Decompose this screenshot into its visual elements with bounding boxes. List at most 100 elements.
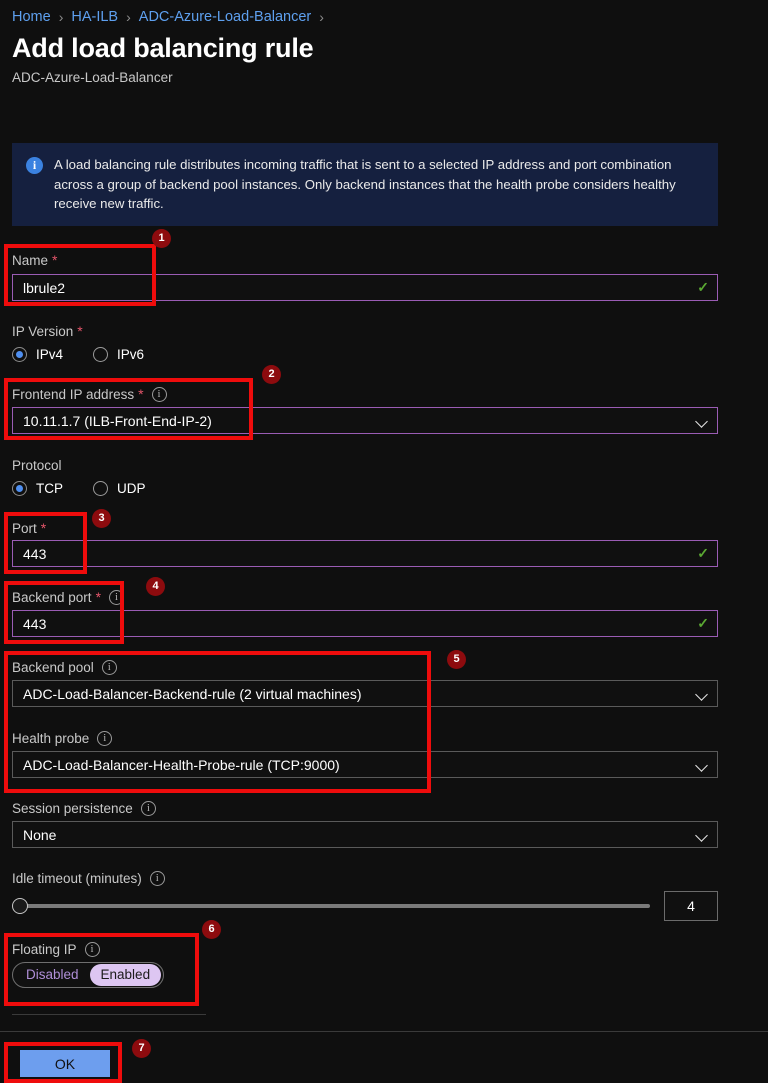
session-persistence-label-text: Session persistence: [12, 800, 133, 816]
name-label-text: Name: [12, 252, 49, 268]
info-tooltip-icon[interactable]: i: [149, 870, 165, 886]
required-marker: *: [77, 323, 83, 339]
valid-check-icon: ✓: [697, 279, 709, 295]
idle-timeout-value-input[interactable]: 4: [664, 891, 718, 921]
annotation-badge-3: 3: [92, 509, 111, 528]
field-backend-port: Backend port * i: [12, 587, 125, 607]
radio-ipv4[interactable]: IPv4: [12, 346, 64, 362]
info-banner-text: A load balancing rule distributes incomi…: [54, 157, 676, 211]
breadcrumb-item-load-balancer[interactable]: ADC-Azure-Load-Balancer: [139, 9, 311, 25]
session-persistence-label: Session persistence i: [12, 798, 156, 818]
session-persistence-value: None: [23, 826, 57, 843]
floating-ip-toggle[interactable]: Disabled Enabled: [12, 962, 165, 988]
info-tooltip-icon[interactable]: i: [97, 730, 113, 746]
breadcrumb-separator-icon: ›: [126, 9, 131, 25]
backend-pool-dropdown[interactable]: ADC-Load-Balancer-Backend-rule (2 virtua…: [12, 680, 718, 707]
backend-pool-label: Backend pool i: [12, 657, 117, 677]
radio-dot-icon: [12, 480, 27, 496]
backend-port-label: Backend port * i: [12, 587, 125, 607]
field-backend-pool: Backend pool i: [12, 657, 117, 677]
backend-pool-value: ADC-Load-Balancer-Backend-rule (2 virtua…: [23, 685, 362, 702]
protocol-label-text: Protocol: [12, 457, 62, 473]
health-probe-value: ADC-Load-Balancer-Health-Probe-rule (TCP…: [23, 756, 340, 773]
field-protocol: Protocol: [12, 455, 62, 475]
frontend-ip-label-text: Frontend IP address: [12, 386, 135, 402]
protocol-radios: TCP UDP: [12, 477, 176, 499]
footer-divider: [0, 1031, 768, 1032]
breadcrumb-item-ha-ilb[interactable]: HA-ILB: [71, 9, 118, 25]
protocol-label: Protocol: [12, 455, 62, 475]
ip-version-radios: IPv4 IPv6: [12, 343, 174, 365]
radio-udp[interactable]: UDP: [93, 480, 146, 496]
info-tooltip-icon[interactable]: i: [151, 386, 167, 402]
backend-port-input-wrap: 443 ✓: [12, 610, 718, 637]
breadcrumb-separator-icon: ›: [319, 9, 324, 25]
backend-pool-label-text: Backend pool: [12, 659, 94, 675]
content-divider: [12, 1014, 206, 1015]
health-probe-label: Health probe i: [12, 728, 113, 748]
port-input[interactable]: 443 ✓: [12, 540, 718, 567]
idle-timeout-label-text: Idle timeout (minutes): [12, 870, 142, 886]
valid-check-icon: ✓: [697, 615, 709, 631]
idle-timeout-label: Idle timeout (minutes) i: [12, 868, 165, 888]
floating-ip-toggle-wrap: Disabled Enabled: [12, 962, 165, 988]
backend-pool-dropdown-wrap: ADC-Load-Balancer-Backend-rule (2 virtua…: [12, 680, 718, 707]
field-name: Name *: [12, 250, 57, 270]
chevron-down-icon: [695, 758, 709, 772]
field-session-persistence: Session persistence i: [12, 798, 156, 818]
toggle-option-disabled[interactable]: Disabled: [15, 964, 90, 986]
chevron-down-icon: [695, 414, 709, 428]
toggle-option-enabled[interactable]: Enabled: [89, 964, 162, 986]
page-subtitle: ADC-Azure-Load-Balancer: [12, 70, 173, 85]
field-ip-version: IP Version *: [12, 321, 83, 341]
info-tooltip-icon[interactable]: i: [140, 800, 156, 816]
required-marker: *: [95, 589, 102, 605]
backend-port-input-value: 443: [23, 615, 47, 632]
annotation-badge-5: 5: [447, 650, 466, 669]
breadcrumb: Home › HA-ILB › ADC-Azure-Load-Balancer …: [12, 6, 332, 28]
floating-ip-label: Floating IP i: [12, 939, 100, 959]
ip-version-label-text: IP Version: [12, 323, 74, 339]
breadcrumb-separator-icon: ›: [58, 9, 64, 25]
slider-thumb[interactable]: [12, 898, 28, 914]
radio-ipv6-label: IPv6: [117, 346, 145, 362]
annotation-badge-2: 2: [262, 365, 281, 384]
health-probe-label-text: Health probe: [12, 730, 90, 746]
health-probe-dropdown[interactable]: ADC-Load-Balancer-Health-Probe-rule (TCP…: [12, 751, 718, 778]
name-label: Name *: [12, 250, 57, 270]
backend-port-input[interactable]: 443 ✓: [12, 610, 718, 637]
info-tooltip-icon[interactable]: i: [109, 589, 125, 605]
idle-timeout-slider[interactable]: [12, 895, 650, 917]
breadcrumb-item-home[interactable]: Home: [12, 9, 51, 25]
field-floating-ip: Floating IP i: [12, 939, 100, 959]
radio-dot-icon: [93, 346, 109, 362]
valid-check-icon: ✓: [697, 545, 709, 561]
frontend-ip-label: Frontend IP address * i: [12, 384, 167, 404]
info-tooltip-icon[interactable]: i: [84, 941, 100, 957]
slider-track: [18, 904, 650, 908]
radio-ipv6[interactable]: IPv6: [93, 346, 145, 362]
frontend-ip-dropdown[interactable]: 10.11.1.7 (ILB-Front-End-IP-2): [12, 407, 718, 434]
info-banner: i A load balancing rule distributes inco…: [12, 143, 718, 226]
radio-ipv4-label: IPv4: [36, 346, 64, 362]
radio-udp-label: UDP: [117, 480, 146, 496]
radio-tcp-label: TCP: [36, 480, 63, 496]
chevron-down-icon: [695, 687, 709, 701]
page-title: Add load balancing rule: [12, 33, 314, 63]
session-persistence-dropdown-wrap: None: [12, 821, 718, 848]
port-input-value: 443: [23, 545, 47, 562]
info-tooltip-icon[interactable]: i: [101, 659, 117, 675]
radio-tcp[interactable]: TCP: [12, 480, 63, 496]
info-icon: i: [26, 157, 43, 174]
idle-timeout-control: 4: [12, 891, 718, 921]
field-idle-timeout: Idle timeout (minutes) i: [12, 868, 165, 888]
port-label-text: Port: [12, 520, 37, 536]
annotation-badge-6: 6: [202, 920, 221, 939]
field-health-probe: Health probe i: [12, 728, 113, 748]
session-persistence-dropdown[interactable]: None: [12, 821, 718, 848]
required-marker: *: [52, 252, 58, 268]
required-marker: *: [40, 520, 47, 536]
ok-button[interactable]: OK: [20, 1050, 110, 1077]
name-input[interactable]: lbrule2 ✓: [12, 274, 718, 301]
name-input-value: lbrule2: [23, 279, 66, 296]
